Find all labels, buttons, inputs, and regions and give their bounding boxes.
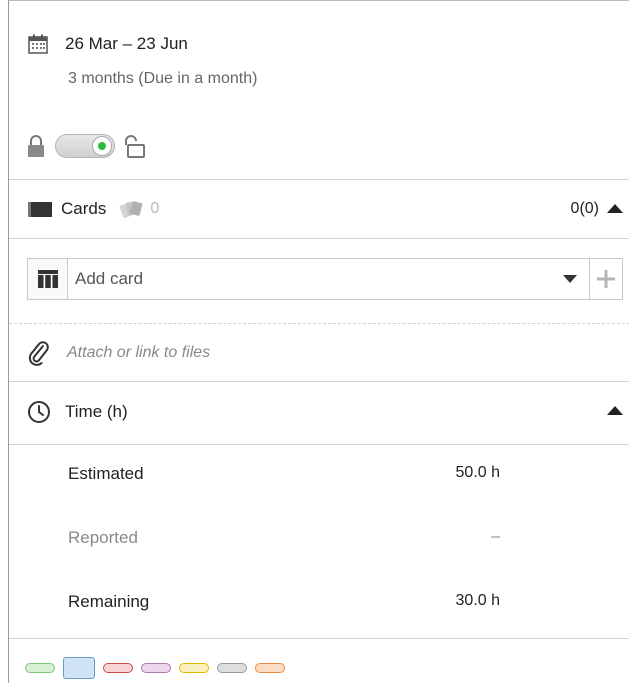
date-range-row[interactable]: 26 Mar – 23 Jun — [27, 31, 188, 57]
divider — [9, 638, 629, 639]
color-swatch-gray[interactable] — [217, 663, 247, 673]
color-swatch-orange[interactable] — [255, 663, 285, 673]
lock-open-icon — [125, 135, 145, 158]
add-card-placeholder: Add card — [75, 269, 144, 288]
color-swatch-yellow[interactable] — [179, 663, 209, 673]
cards-section-header[interactable]: Cards 0 0(0) — [27, 196, 623, 222]
divider — [9, 323, 629, 324]
collapse-caret-icon[interactable] — [607, 406, 623, 415]
time-label: Time (h) — [65, 402, 128, 421]
divider — [9, 238, 629, 239]
lock-toggle-row — [27, 132, 145, 160]
remaining-label: Remaining — [68, 592, 150, 611]
paperclip-icon — [28, 341, 49, 366]
estimated-label: Estimated — [68, 464, 144, 483]
add-card-button[interactable] — [590, 258, 623, 300]
estimated-row: Estimated 50.0 h — [68, 464, 500, 488]
card-icon — [28, 202, 52, 217]
color-swatch-purple[interactable] — [141, 663, 171, 673]
remaining-row: Remaining 30.0 h — [68, 592, 500, 616]
toggle-knob — [92, 136, 112, 156]
attach-files-label: Attach or link to files — [67, 344, 211, 361]
cards-total: 0(0) — [570, 200, 599, 217]
collapse-caret-icon[interactable] — [607, 204, 623, 213]
color-swatch-green[interactable] — [25, 663, 55, 673]
clock-icon — [28, 401, 50, 423]
color-swatches — [25, 657, 293, 679]
add-card-input[interactable]: Add card — [67, 258, 590, 300]
cards-label: Cards — [61, 199, 107, 218]
lock-toggle[interactable] — [55, 134, 115, 158]
cards-count: 0 — [150, 200, 160, 217]
calendar-icon — [28, 34, 48, 54]
reported-label: Reported — [68, 528, 138, 547]
time-section-header[interactable]: Time (h) — [27, 399, 623, 425]
date-range-text: 26 Mar – 23 Jun — [65, 34, 188, 53]
reported-row: Reported – — [68, 528, 500, 552]
card-details-panel: 26 Mar – 23 Jun 3 months (Due in a month… — [8, 0, 629, 683]
divider — [9, 444, 629, 445]
duration-text: 3 months (Due in a month) — [68, 70, 258, 87]
divider — [9, 381, 629, 382]
color-swatch-blue[interactable] — [63, 657, 95, 679]
lock-closed-icon — [28, 135, 44, 157]
attach-files-row[interactable]: Attach or link to files — [27, 340, 210, 366]
estimated-value[interactable]: 50.0 h — [456, 464, 500, 488]
plus-icon — [597, 270, 615, 288]
reported-value: – — [491, 528, 500, 545]
divider — [9, 179, 629, 180]
color-swatch-red[interactable] — [103, 663, 133, 673]
board-columns-icon — [37, 270, 58, 288]
card-stack-icon — [119, 201, 143, 219]
board-picker-button[interactable] — [27, 258, 67, 300]
add-card-control: Add card — [27, 258, 623, 300]
dropdown-caret-icon[interactable] — [563, 275, 577, 283]
remaining-value[interactable]: 30.0 h — [456, 592, 500, 616]
toggle-on-dot — [98, 142, 106, 150]
